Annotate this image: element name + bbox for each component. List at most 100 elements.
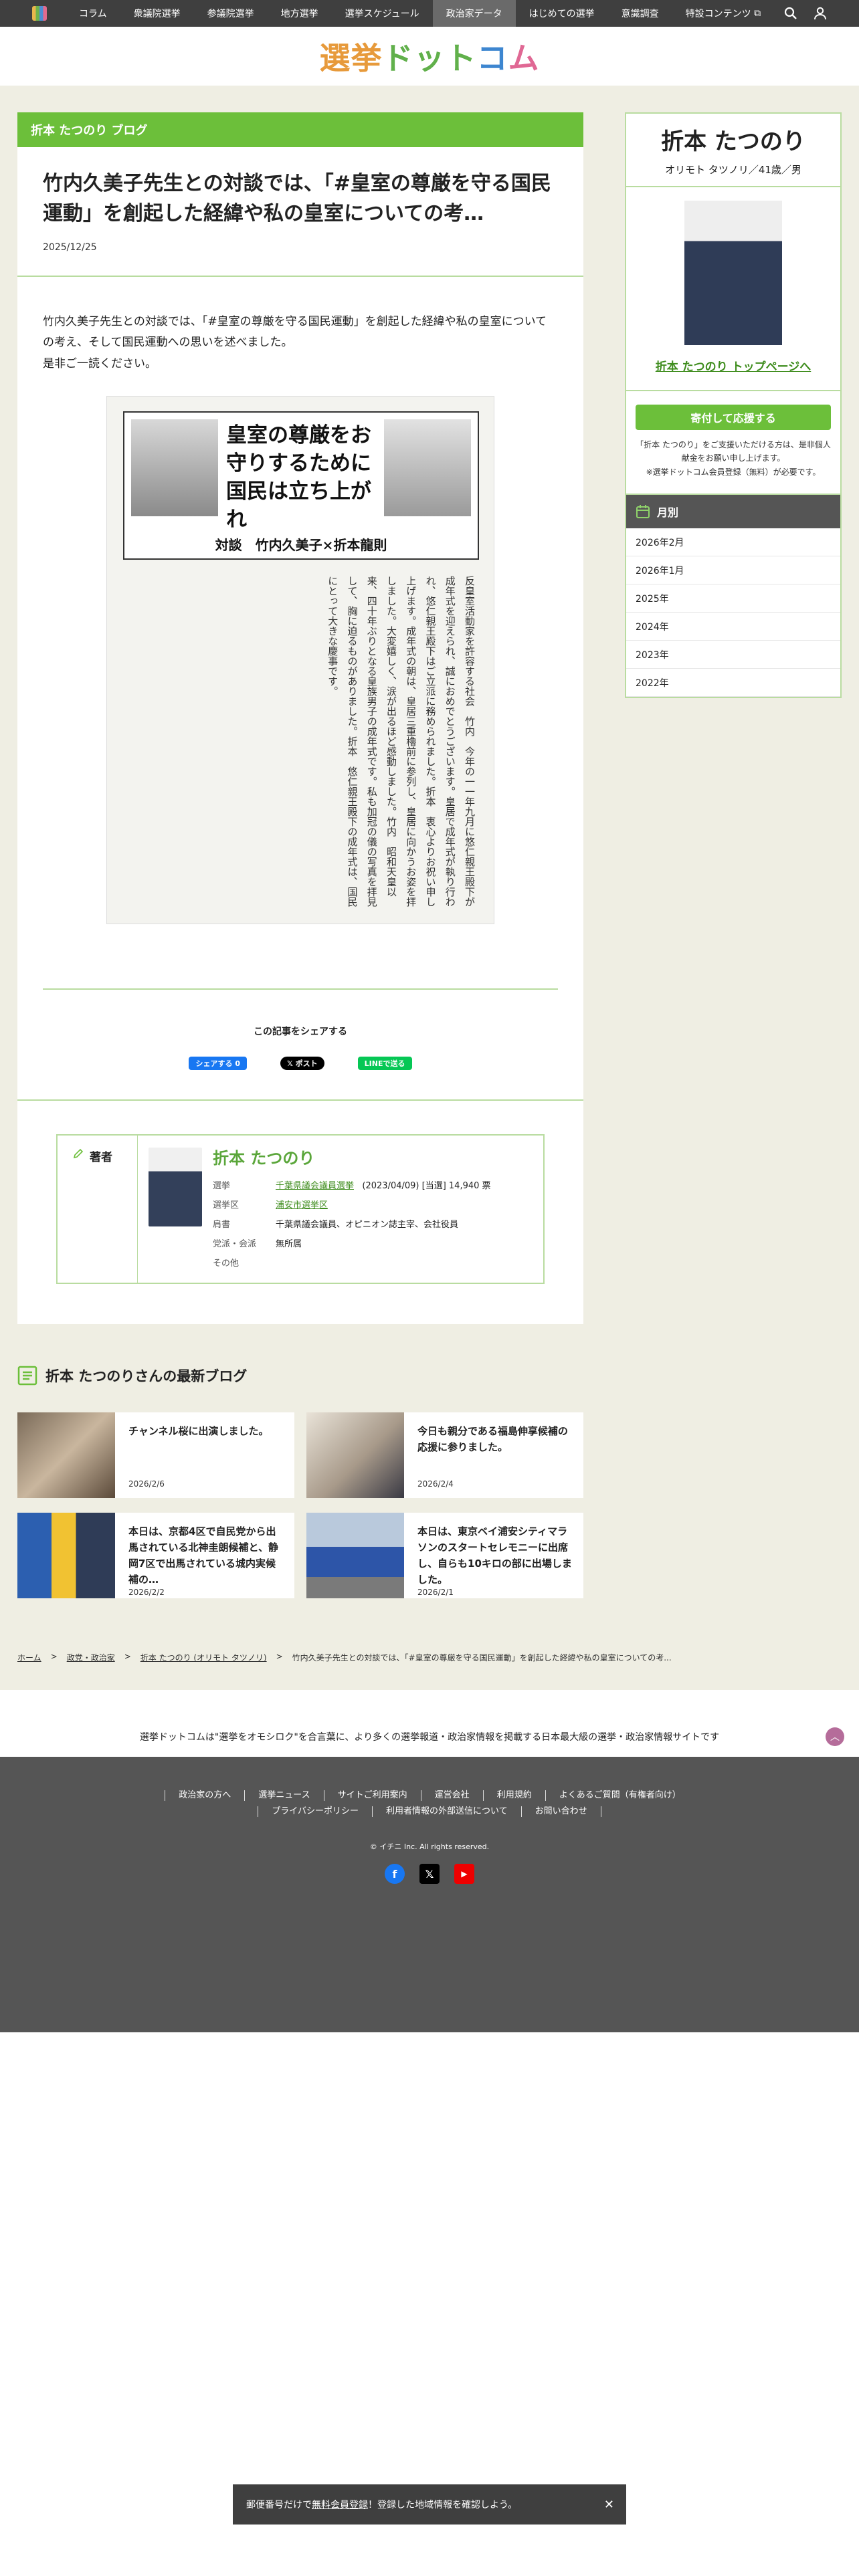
- nav-icons: [784, 0, 827, 27]
- nav-item-schedule[interactable]: 選挙スケジュール: [332, 0, 433, 27]
- author-section: 著者 折本 たつのり 選挙 千葉県議会議員選挙 (2023/04/09) [当選…: [17, 1099, 583, 1324]
- author-value: 無所属: [276, 1239, 302, 1250]
- author-row-party: 党派・会派 無所属: [213, 1233, 491, 1253]
- profile-name: 折本 たつのり: [661, 128, 805, 155]
- clipping-headline: 皇室の尊厳をお守りするために国民は立ち上がれ: [226, 423, 371, 532]
- election-link[interactable]: 千葉県議会議員選挙: [276, 1181, 354, 1191]
- latest-blog-grid: チャンネル桜に出演しました。 2026/2/6 今日も親分である福島伸享候補の応…: [17, 1412, 842, 1599]
- nav-item-column[interactable]: コラム: [66, 0, 120, 27]
- author-value: 千葉県議会議員選挙 (2023/04/09) [当選] 14,940 票: [276, 1175, 491, 1194]
- latest-blog-header: 折本 たつのりさんの最新ブログ: [17, 1366, 842, 1386]
- footer-link[interactable]: 政治家の方へ: [165, 1790, 244, 1802]
- article-paragraph: 竹内久美子先生との対談では、「#皇室の尊厳を守る国民運動」を創起した経緯や私の皇…: [43, 315, 547, 350]
- x-post-button[interactable]: 𝕏 ポスト: [280, 1057, 324, 1071]
- footer-link[interactable]: 利用規約: [482, 1790, 545, 1802]
- monthly-item[interactable]: 2022年: [626, 669, 840, 697]
- footer-link[interactable]: よくあるご質問（有権者向け）: [545, 1790, 694, 1802]
- nav-item-house-election[interactable]: 衆議院選挙: [120, 0, 194, 27]
- author-name[interactable]: 折本 たつのり: [213, 1145, 543, 1168]
- signup-banner: 郵便番号だけで 無料会員登録 ！登録した地域情報を確認しよう。 ✕: [233, 2484, 626, 2525]
- close-icon[interactable]: ✕: [604, 2498, 614, 2512]
- sidebar: 折本 たつのり オリモト タツノリ／41歳／男 折本 たつのり トップページへ …: [625, 112, 842, 699]
- home-logo-icon[interactable]: [32, 6, 47, 21]
- nav-item-first-election[interactable]: はじめての選挙: [516, 0, 608, 27]
- logo-part-1: 選挙: [319, 40, 383, 76]
- blog-card[interactable]: 本日は、東京ベイ浦安シティマラソンのスタートセレモニーに出席し、自らも10キロの…: [306, 1513, 583, 1599]
- author-row-election: 選挙 千葉県議会議員選挙 (2023/04/09) [当選] 14,940 票: [213, 1175, 491, 1194]
- nav-item-special[interactable]: 特設コンテンツ ⧉: [672, 0, 774, 27]
- clipping-subtitle: 対談 竹内久美子×折本龍則: [215, 537, 387, 554]
- author-key: その他: [213, 1259, 240, 1269]
- facebook-share-button[interactable]: シェアする 0: [189, 1057, 247, 1071]
- nav-item-survey[interactable]: 意識調査: [608, 0, 672, 27]
- search-icon[interactable]: [784, 7, 797, 20]
- district-link[interactable]: 浦安市選挙区: [276, 1200, 328, 1210]
- donate-button[interactable]: 寄付して応援する: [636, 405, 831, 430]
- monthly-item[interactable]: 2024年: [626, 613, 840, 641]
- category-bar[interactable]: 折本 たつのり ブログ: [17, 112, 583, 147]
- monthly-item[interactable]: 2025年: [626, 584, 840, 613]
- external-link-icon: ⧉: [754, 8, 761, 19]
- breadcrumb-home[interactable]: ホーム: [17, 1652, 41, 1663]
- site-logo[interactable]: 選挙ドットコム: [320, 34, 540, 78]
- facebook-icon[interactable]: f: [385, 1864, 405, 1885]
- footer-link[interactable]: お問い合わせ: [520, 1806, 601, 1818]
- breadcrumb-party[interactable]: 政党・政治家: [67, 1652, 115, 1663]
- blog-thumbnail: [306, 1513, 404, 1599]
- footer-link[interactable]: 選挙ニュース: [244, 1790, 323, 1802]
- youtube-icon[interactable]: ▶: [454, 1864, 474, 1885]
- calendar-icon: [636, 505, 650, 519]
- author-row-other: その他: [213, 1253, 491, 1272]
- footer-link[interactable]: サイトご利用案内: [323, 1790, 421, 1802]
- author-key: 党派・会派: [213, 1239, 257, 1250]
- monthly-item[interactable]: 2026年2月: [626, 528, 840, 557]
- donate-note-line: 「折本 たつのり」をご支援いただける方は、是非個人: [636, 440, 831, 449]
- monthly-item[interactable]: 2026年1月: [626, 556, 840, 585]
- line-share-button[interactable]: LINEで送る: [357, 1057, 412, 1071]
- newspaper-clipping-image: 皇室の尊厳をお守りするために国民は立ち上がれ 対談 竹内久美子×折本龍則 反皇室…: [106, 396, 494, 925]
- article-title: 竹内久美子先生との対談では、「#皇室の尊厳を守る国民運動」を創起した経緯や私の皇…: [43, 172, 551, 225]
- author-label: 著者: [58, 1136, 138, 1283]
- author-box: 著者 折本 たつのり 選挙 千葉県議会議員選挙 (2023/04/09) [当選…: [56, 1134, 545, 1285]
- donate-note-line: ※選挙ドットコム会員登録（無料）が必要です。: [646, 467, 821, 477]
- main-column: 折本 たつのり ブログ 竹内久美子先生との対談では、「#皇室の尊厳を守る国民運動…: [17, 112, 583, 1325]
- share-title: この記事をシェアする: [254, 1027, 347, 1038]
- profile-top-link[interactable]: 折本 たつのり トップページへ: [626, 357, 840, 374]
- signup-link[interactable]: 無料会員登録: [312, 2498, 368, 2511]
- scroll-top-button[interactable]: ︿: [826, 1727, 844, 1747]
- monthly-archive: 月別 2026年2月 2026年1月 2025年 2024年 2023年 202…: [625, 495, 842, 699]
- breadcrumb-person[interactable]: 折本 たつのり (オリモト タツノリ): [140, 1652, 267, 1663]
- chevron-up-icon: ︿: [830, 1732, 840, 1743]
- author-photo[interactable]: [149, 1148, 202, 1227]
- blog-card-text: 本日は、京都4区で自民党から出馬されている北神圭朗候補と、静岡7区で出馬されてい…: [115, 1513, 294, 1598]
- blog-card-text: チャンネル桜に出演しました。 2026/2/6: [115, 1412, 294, 1498]
- blog-list-icon: [17, 1366, 37, 1386]
- user-icon[interactable]: [814, 7, 827, 20]
- author-label-text: 著者: [90, 1151, 112, 1165]
- article-date: 2025/12/25: [43, 242, 97, 253]
- page-blank-area: 郵便番号だけで 無料会員登録 ！登録した地域情報を確認しよう。 ✕: [0, 2032, 859, 2525]
- x-icon[interactable]: 𝕏: [419, 1864, 440, 1885]
- blog-thumbnail: [17, 1513, 115, 1599]
- author-row-title: 肩書 千葉県議会議員、オピニオン誌主宰、会社役員: [213, 1214, 491, 1233]
- footer-link[interactable]: 運営会社: [420, 1790, 483, 1802]
- logo-part-2: ドット: [382, 40, 477, 76]
- blog-card[interactable]: 今日も親分である福島伸享候補の応援に参りました。 2026/2/4: [306, 1412, 583, 1499]
- clipping-photo-man: [131, 419, 218, 517]
- latest-blog-title: 折本 たつのりさんの最新ブログ: [45, 1368, 248, 1385]
- author-key: 肩書: [213, 1220, 231, 1230]
- nav-item-upper-house-election[interactable]: 参議院選挙: [194, 0, 268, 27]
- profile-photo[interactable]: [684, 201, 782, 345]
- nav-menu: コラム 衆議院選挙 参議院選挙 地方選挙 選挙スケジュール 政治家データ はじめ…: [66, 0, 774, 27]
- nav-item-politician-data[interactable]: 政治家データ: [432, 0, 516, 27]
- blog-card[interactable]: 本日は、京都4区で自民党から出馬されている北神圭朗候補と、静岡7区で出馬されてい…: [17, 1513, 294, 1599]
- social-links: f 𝕏 ▶: [0, 1864, 859, 1885]
- footer: 政治家の方へ 選挙ニュース サイトご利用案内 運営会社 利用規約 よくあるご質問…: [0, 1757, 859, 2033]
- blog-card[interactable]: チャンネル桜に出演しました。 2026/2/6: [17, 1412, 294, 1499]
- monthly-item[interactable]: 2023年: [626, 641, 840, 669]
- footer-link[interactable]: プライバシーポリシー: [258, 1806, 372, 1818]
- nav-item-local-election[interactable]: 地方選挙: [268, 0, 332, 27]
- footer-link[interactable]: 利用者情報の外部送信について: [372, 1806, 521, 1818]
- two-column-layout: 折本 たつのり ブログ 竹内久美子先生との対談では、「#皇室の尊厳を守る国民運動…: [17, 112, 842, 1325]
- blog-date: 2026/2/2: [128, 1588, 165, 1598]
